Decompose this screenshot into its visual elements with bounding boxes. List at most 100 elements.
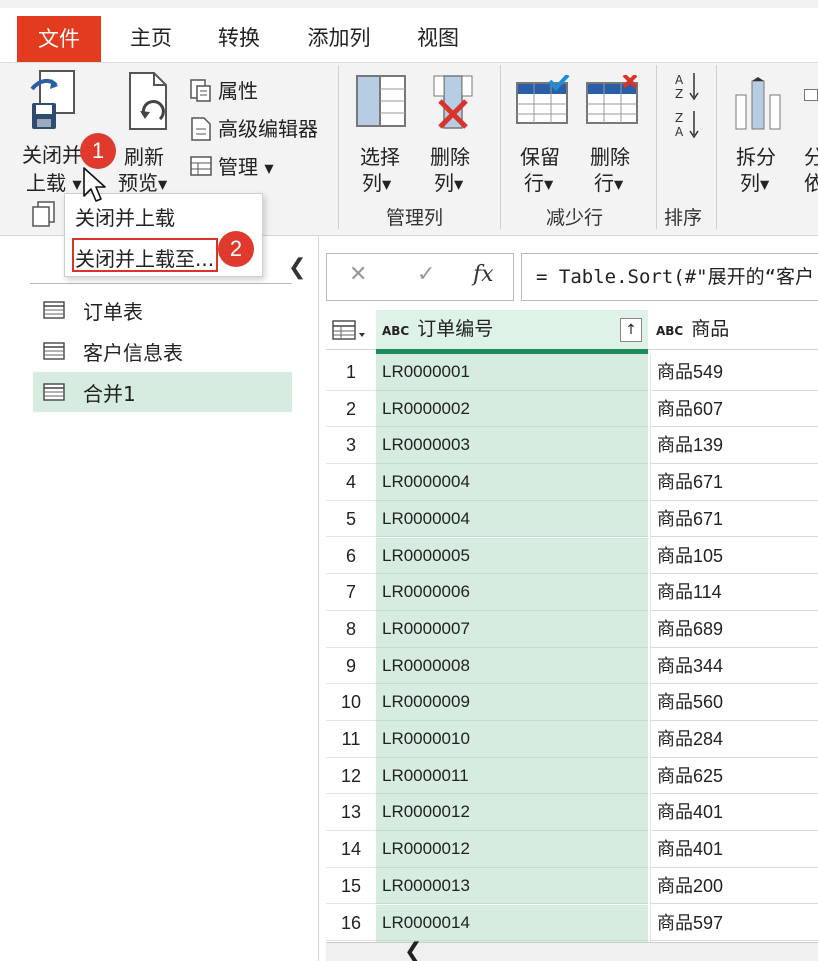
cell-order-id[interactable]: LR0000007 bbox=[376, 610, 648, 648]
cell-order-id[interactable]: LR0000001 bbox=[376, 354, 648, 391]
menu-item-close-load-to[interactable]: 关闭并上载至... bbox=[75, 243, 214, 272]
select-columns-button[interactable]: 选择 列▼ bbox=[352, 67, 412, 195]
cell-product[interactable]: 商品200 bbox=[650, 867, 818, 905]
cell-product[interactable]: 商品560 bbox=[650, 684, 818, 721]
refresh-icon bbox=[129, 72, 167, 130]
properties-button[interactable]: 属性 bbox=[188, 75, 268, 105]
formula-input[interactable]: = Table.Sort(#"展开的“客户 bbox=[521, 253, 818, 301]
tab-transform[interactable]: 转换 bbox=[216, 18, 262, 58]
remove-columns-button[interactable]: 删除 列▼ bbox=[424, 67, 484, 195]
cell-order-id[interactable]: LR0000004 bbox=[376, 500, 648, 538]
column-title: 商品 bbox=[691, 318, 730, 340]
cell-product[interactable]: 商品607 bbox=[650, 390, 818, 428]
cell-order-id[interactable]: LR0000010 bbox=[376, 721, 648, 758]
cell-product[interactable]: 商品401 bbox=[650, 831, 818, 868]
cell-product[interactable]: 商品597 bbox=[650, 904, 818, 942]
remove-rows-button[interactable]: 删除 行▼ bbox=[584, 67, 644, 195]
select-columns-icon bbox=[356, 75, 406, 127]
table-row[interactable]: 11 LR0000010 商品284 bbox=[326, 721, 818, 758]
sort-ascending-icon: AZ bbox=[675, 73, 699, 101]
query-item-customers[interactable]: 客户信息表 bbox=[33, 331, 292, 371]
cell-order-id[interactable]: LR0000006 bbox=[376, 574, 648, 611]
cell-order-id[interactable]: LR0000012 bbox=[376, 831, 648, 868]
cell-order-id[interactable]: LR0000009 bbox=[376, 684, 648, 721]
table-row[interactable]: 2 LR0000002 商品607 bbox=[326, 390, 818, 428]
table-menu-icon[interactable] bbox=[332, 320, 366, 342]
table-row[interactable]: 1 LR0000001 商品549 bbox=[326, 354, 818, 391]
cell-order-id[interactable]: LR0000004 bbox=[376, 464, 648, 501]
tab-add-column[interactable]: 添加列 bbox=[306, 18, 372, 58]
cell-product[interactable]: 商品671 bbox=[650, 464, 818, 501]
cell-product[interactable]: 商品689 bbox=[650, 610, 818, 648]
horizontal-scrollbar[interactable]: ❮ bbox=[326, 939, 818, 961]
table-row[interactable]: 10 LR0000009 商品560 bbox=[326, 684, 818, 721]
manage-button[interactable]: 管理 ▼ bbox=[188, 151, 280, 181]
sort-ascending-filter-icon[interactable]: ↑ bbox=[620, 318, 642, 342]
table-row[interactable]: 15 LR0000013 商品200 bbox=[326, 867, 818, 905]
column-header-product[interactable]: ABC 商品 bbox=[650, 310, 818, 350]
menu-item-close-load[interactable]: 关闭并上载 bbox=[75, 202, 175, 231]
advanced-editor-button[interactable]: 高级编辑器 bbox=[188, 113, 326, 143]
cell-product[interactable]: 商品671 bbox=[650, 500, 818, 538]
cell-order-id[interactable]: LR0000005 bbox=[376, 537, 648, 575]
cancel-icon[interactable]: ✕ bbox=[349, 262, 367, 287]
tab-file[interactable]: 文件 bbox=[17, 16, 101, 64]
grid-header: ABC 订单编号 ↑ ABC 商品 bbox=[326, 310, 818, 350]
cell-product[interactable]: 商品625 bbox=[650, 757, 818, 795]
confirm-icon[interactable]: ✓ bbox=[417, 262, 435, 287]
table-row[interactable]: 8 LR0000007 商品689 bbox=[326, 610, 818, 648]
row-number: 11 bbox=[341, 729, 361, 749]
group-by-button[interactable]: 分 依 bbox=[798, 67, 818, 195]
mouse-cursor-icon bbox=[83, 167, 106, 202]
cell-order-id[interactable]: LR0000002 bbox=[376, 390, 648, 428]
table-row[interactable]: 7 LR0000006 商品114 bbox=[326, 574, 818, 611]
scroll-left-icon[interactable]: ❮ bbox=[404, 939, 422, 961]
keep-rows-button[interactable]: 保留 行▼ bbox=[514, 67, 574, 195]
collapse-pane-icon[interactable]: ❮ bbox=[288, 255, 306, 280]
split-column-button[interactable]: 拆分 列▼ bbox=[730, 67, 786, 195]
cell-order-id[interactable]: LR0000003 bbox=[376, 427, 648, 465]
cell-product[interactable]: 商品284 bbox=[650, 721, 818, 758]
table-row[interactable]: 6 LR0000005 商品105 bbox=[326, 537, 818, 575]
cell-product[interactable]: 商品549 bbox=[650, 354, 818, 391]
cell-order-id[interactable]: LR0000011 bbox=[376, 757, 648, 795]
row-number: 3 bbox=[345, 435, 356, 456]
table-row[interactable]: 4 LR0000004 商品671 bbox=[326, 464, 818, 501]
ribbon-separator bbox=[716, 65, 717, 229]
tab-view[interactable]: 视图 bbox=[415, 18, 461, 58]
sort-ascending-button[interactable]: AZ bbox=[674, 71, 704, 101]
table-row[interactable]: 14 LR0000012 商品401 bbox=[326, 831, 818, 868]
cell-product[interactable]: 商品401 bbox=[650, 794, 818, 832]
table-row[interactable]: 3 LR0000003 商品139 bbox=[326, 427, 818, 465]
cell-order-id[interactable]: LR0000014 bbox=[376, 904, 648, 942]
cell-product[interactable]: 商品105 bbox=[650, 537, 818, 575]
select-columns-label-2: 列▼ bbox=[362, 171, 392, 195]
table-row[interactable]: 12 LR0000011 商品625 bbox=[326, 757, 818, 795]
query-item-orders[interactable]: 订单表 bbox=[33, 290, 292, 330]
table-row[interactable]: 16 LR0000014 商品597 bbox=[326, 904, 818, 942]
row-number: 6 bbox=[345, 545, 356, 566]
text-type-icon[interactable]: ABC bbox=[650, 324, 683, 338]
cell-product[interactable]: 商品114 bbox=[650, 574, 818, 611]
manage-label: 管理 ▼ bbox=[218, 155, 274, 179]
text-type-icon[interactable]: ABC bbox=[376, 324, 409, 338]
table-row[interactable]: 13 LR0000012 商品401 bbox=[326, 794, 818, 832]
fx-icon[interactable]: fx bbox=[473, 262, 494, 287]
cell-order-id[interactable]: LR0000012 bbox=[376, 794, 648, 832]
refresh-preview-button[interactable]: 刷新 预览▼ bbox=[114, 67, 180, 195]
query-item-merge1[interactable]: 合并1 bbox=[33, 372, 292, 412]
pane-divider bbox=[318, 236, 319, 961]
table-row[interactable]: 5 LR0000004 商品671 bbox=[326, 500, 818, 538]
column-header-order-id[interactable]: ABC 订单编号 bbox=[376, 310, 648, 350]
table-row[interactable]: 9 LR0000008 商品344 bbox=[326, 647, 818, 685]
refresh-label-2: 预览▼ bbox=[118, 171, 168, 195]
cell-order-id[interactable]: LR0000008 bbox=[376, 647, 648, 685]
cell-product[interactable]: 商品344 bbox=[650, 647, 818, 685]
column-title: 订单编号 bbox=[417, 318, 494, 340]
copy-query-icon[interactable] bbox=[30, 200, 58, 228]
sort-descending-button[interactable]: ZA bbox=[674, 109, 704, 139]
chevron-down-icon: ▼ bbox=[382, 177, 392, 192]
cell-product[interactable]: 商品139 bbox=[650, 427, 818, 465]
tab-home[interactable]: 主页 bbox=[128, 18, 174, 58]
cell-order-id[interactable]: LR0000013 bbox=[376, 867, 648, 905]
